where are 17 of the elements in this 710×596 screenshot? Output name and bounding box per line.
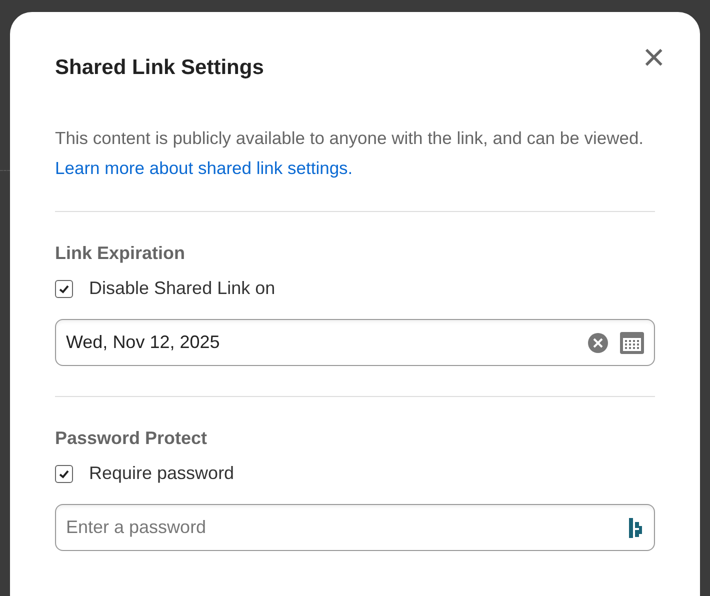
checkbox[interactable] xyxy=(55,280,73,298)
check-icon xyxy=(58,468,70,480)
checkbox[interactable] xyxy=(55,464,73,482)
password-field[interactable]: Enter a password xyxy=(55,504,655,551)
section-heading: Password Protect xyxy=(55,428,208,449)
calendar-icon[interactable] xyxy=(620,332,644,354)
checkbox-label: Require password xyxy=(89,463,234,484)
date-field[interactable]: Wed, Nov 12, 2025 xyxy=(55,319,655,366)
dialog-title: Shared Link Settings xyxy=(55,56,264,80)
clear-icon[interactable] xyxy=(588,332,608,352)
check-icon xyxy=(58,282,70,294)
section-heading: Link Expiration xyxy=(55,243,186,264)
description-text: This content is publicly available to anyone with the link, and can be viewed. Learn more about shared link settings. xyxy=(55,127,645,180)
password-manager-icon[interactable] xyxy=(629,518,643,538)
close-button[interactable]: × xyxy=(642,39,665,77)
learn-more-link[interactable]: Learn more about shared link settings. xyxy=(55,158,353,178)
checkbox-label: Disable Shared Link on xyxy=(89,278,276,299)
